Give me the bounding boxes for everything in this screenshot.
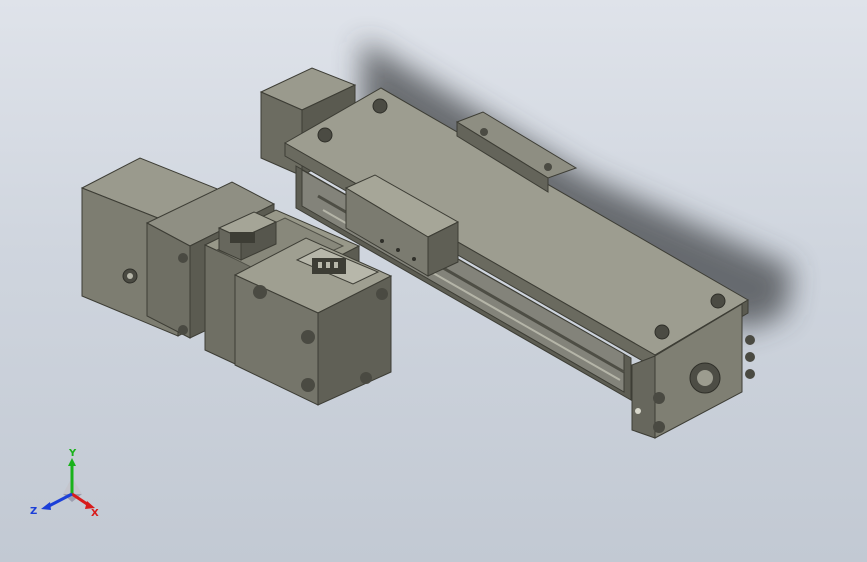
top-plate-bolt-icon	[317, 127, 333, 143]
y-axis-label: Y	[68, 448, 77, 459]
axis-triad: Y X Z	[30, 448, 99, 519]
z-axis-label: Z	[30, 506, 37, 517]
z-axis-arrow-icon	[41, 502, 51, 510]
cad-viewport[interactable]: Y X Z	[0, 0, 867, 562]
x-axis-label: X	[91, 508, 99, 519]
encoder-housing	[233, 237, 393, 406]
z-axis-line	[46, 492, 73, 509]
cad-model-view[interactable]	[0, 0, 867, 562]
y-axis-arrow-icon	[68, 458, 76, 466]
